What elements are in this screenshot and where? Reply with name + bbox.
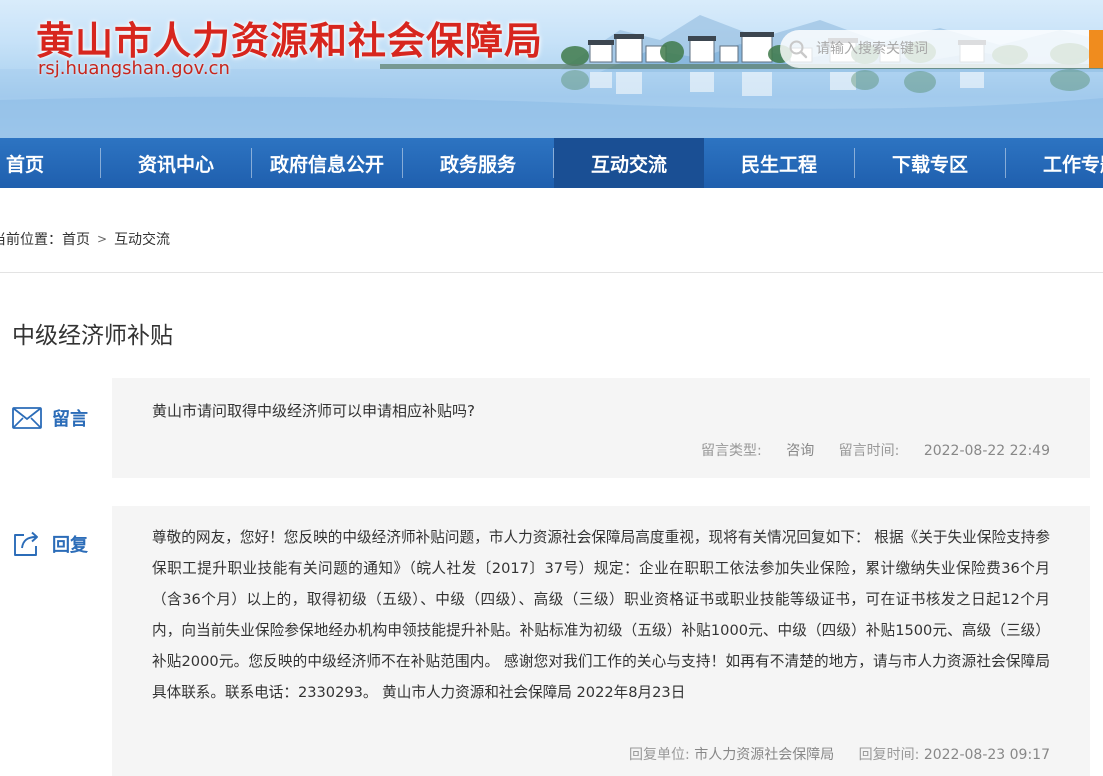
message-label-text: 留言	[52, 409, 88, 430]
breadcrumb-separator: >	[97, 232, 108, 246]
site-domain: rsj.huangshan.gov.cn	[38, 58, 230, 79]
reply-time-label: 回复时间:	[858, 747, 920, 763]
reply-unit-value: 市人力资源社会保障局	[694, 747, 835, 763]
main-nav: 首页 资讯中心 政府信息公开 政务服务 互动交流 民生工程 下载专区 工作专题	[0, 138, 1103, 188]
page-title: 中级经济师补贴	[12, 323, 173, 349]
nav-item-services[interactable]: 政务服务	[403, 138, 553, 188]
reply-text: 尊敬的网友，您好！您反映的中级经济师补贴问题，市人力资源社会保障局高度重视，现将…	[152, 529, 1050, 701]
reply-panel: 尊敬的网友，您好！您反映的中级经济师补贴问题，市人力资源社会保障局高度重视，现将…	[112, 506, 1090, 776]
message-time-label: 留言时间:	[838, 443, 900, 459]
nav-item-news[interactable]: 资讯中心	[101, 138, 251, 188]
header-banner: 黄山市人力资源和社会保障局 rsj.huangshan.gov.cn	[0, 0, 1103, 138]
breadcrumb-current-link[interactable]: 互动交流	[114, 229, 170, 249]
message-type-value: 咨询	[786, 443, 815, 459]
message-type-label: 留言类型:	[701, 443, 762, 459]
nav-item-downloads[interactable]: 下载专区	[855, 138, 1005, 188]
message-label: 留言	[12, 404, 88, 432]
reply-time-value: 2022-08-23 09:17	[923, 747, 1050, 763]
reply-label: 回复	[12, 530, 88, 558]
reply-label-text: 回复	[52, 535, 88, 556]
search-box	[780, 30, 1103, 68]
message-time-value: 2022-08-22 22:49	[923, 443, 1050, 459]
nav-item-topics[interactable]: 工作专题	[1006, 138, 1103, 188]
nav-item-interaction[interactable]: 互动交流	[554, 138, 704, 188]
breadcrumb: 当前位置： 首页 > 互动交流	[0, 206, 1103, 273]
message-meta: 留言类型: 咨询 留言时间: 2022-08-22 22:49	[701, 440, 1050, 460]
envelope-icon	[12, 404, 44, 432]
search-icon[interactable]	[780, 30, 816, 68]
message-panel: 黄山市请问取得中级经济师可以申请相应补贴吗? 留言类型: 咨询 留言时间: 20…	[112, 378, 1090, 478]
breadcrumb-home-link[interactable]: 首页	[62, 229, 90, 249]
search-input[interactable]	[816, 30, 1086, 68]
message-text: 黄山市请问取得中级经济师可以申请相应补贴吗?	[152, 402, 475, 420]
breadcrumb-label: 当前位置：	[0, 232, 62, 248]
nav-item-home[interactable]: 首页	[0, 138, 100, 188]
reply-unit-label: 回复单位:	[629, 747, 690, 763]
reply-meta: 回复单位: 市人力资源社会保障局 回复时间: 2022-08-23 09:17	[629, 744, 1050, 764]
nav-item-gov-info[interactable]: 政府信息公开	[252, 138, 402, 188]
site-title[interactable]: 黄山市人力资源和社会保障局	[36, 10, 543, 65]
nav-item-livelihood[interactable]: 民生工程	[704, 138, 854, 188]
search-button[interactable]	[1089, 30, 1103, 68]
reply-share-icon	[12, 530, 44, 558]
